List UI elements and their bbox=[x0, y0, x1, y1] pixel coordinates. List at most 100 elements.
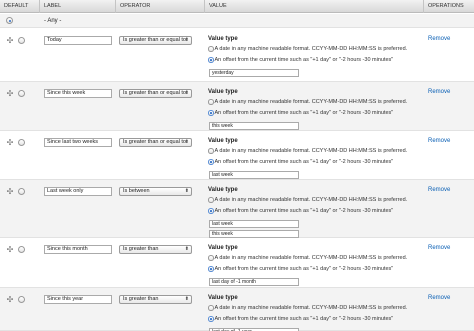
date-radio[interactable] bbox=[208, 255, 214, 261]
value-type-date-option[interactable]: A date in any machine readable format. C… bbox=[208, 99, 407, 105]
remove-link[interactable]: Remove bbox=[428, 138, 450, 144]
filter-row: ✣ Since this week Is greater than or equ… bbox=[0, 82, 474, 131]
drag-handle-icon[interactable]: ✣ bbox=[6, 188, 14, 196]
offset-option-label: An offset from the current time such as … bbox=[214, 159, 394, 165]
default-any-radio[interactable] bbox=[6, 17, 13, 24]
offset-option-label: An offset from the current time such as … bbox=[214, 57, 394, 63]
remove-link[interactable]: Remove bbox=[428, 36, 450, 42]
operator-select[interactable]: Is greater than ⬍ bbox=[119, 295, 192, 304]
operator-selected: Is greater than or equal to bbox=[123, 139, 186, 145]
value-type-date-option[interactable]: A date in any machine readable format. C… bbox=[208, 148, 407, 154]
date-radio[interactable] bbox=[208, 197, 214, 203]
value-input[interactable]: last week bbox=[209, 220, 299, 228]
value-type-title: Value type bbox=[208, 245, 238, 251]
operator-select[interactable]: Is greater than or equal to ⬍ bbox=[119, 36, 192, 45]
offset-radio[interactable] bbox=[208, 110, 214, 116]
value-type-offset-option[interactable]: An offset from the current time such as … bbox=[208, 316, 393, 322]
operator-select[interactable]: Is greater than or equal to ⬍ bbox=[119, 138, 192, 147]
offset-option-label: An offset from the current time such as … bbox=[214, 208, 394, 214]
label-input[interactable]: Since this month bbox=[44, 245, 112, 254]
value-type-title: Value type bbox=[208, 295, 238, 301]
value-type-date-option[interactable]: A date in any machine readable format. C… bbox=[208, 305, 407, 311]
date-option-label: A date in any machine readable format. C… bbox=[214, 197, 408, 203]
default-radio[interactable] bbox=[18, 296, 25, 303]
select-arrow-icon: ⬍ bbox=[184, 246, 189, 252]
offset-radio[interactable] bbox=[208, 159, 214, 165]
date-option-label: A date in any machine readable format. C… bbox=[214, 148, 408, 154]
select-arrow-icon: ⬍ bbox=[184, 188, 189, 194]
operator-select[interactable]: Is greater than or equal to ⬍ bbox=[119, 89, 192, 98]
remove-link[interactable]: Remove bbox=[428, 295, 450, 301]
header-operations: OPERATIONS bbox=[428, 3, 464, 9]
default-radio[interactable] bbox=[18, 188, 25, 195]
table-header: DEFAULT LABEL OPERATOR VALUE OPERATIONS bbox=[0, 0, 474, 13]
value-type-date-option[interactable]: A date in any machine readable format. C… bbox=[208, 255, 407, 261]
select-arrow-icon: ⬍ bbox=[184, 296, 189, 302]
value-type-offset-option[interactable]: An offset from the current time such as … bbox=[208, 208, 393, 214]
operator-selected: Is greater than or equal to bbox=[123, 37, 186, 43]
value-type-date-option[interactable]: A date in any machine readable format. C… bbox=[208, 46, 407, 52]
date-option-label: A date in any machine readable format. C… bbox=[214, 305, 408, 311]
label-input[interactable]: Last week only bbox=[44, 187, 112, 196]
label-input[interactable]: Since this year bbox=[44, 295, 112, 304]
value-type-title: Value type bbox=[208, 89, 238, 95]
select-arrow-icon: ⬍ bbox=[184, 139, 189, 145]
filter-row: ✣ Today Is greater than or equal to ⬍ Va… bbox=[0, 29, 474, 82]
offset-option-label: An offset from the current time such as … bbox=[214, 266, 394, 272]
default-radio[interactable] bbox=[18, 139, 25, 146]
date-radio[interactable] bbox=[208, 46, 214, 52]
operator-select[interactable]: Is greater than ⬍ bbox=[119, 245, 192, 254]
value-type-offset-option[interactable]: An offset from the current time such as … bbox=[208, 110, 393, 116]
offset-radio[interactable] bbox=[208, 316, 214, 322]
any-label: - Any - bbox=[44, 18, 62, 24]
value-type-title: Value type bbox=[208, 138, 238, 144]
header-label: LABEL bbox=[40, 0, 116, 13]
operator-select[interactable]: Is between ⬍ bbox=[119, 187, 192, 196]
offset-radio[interactable] bbox=[208, 57, 214, 63]
remove-link[interactable]: Remove bbox=[428, 245, 450, 251]
operator-selected: Is between bbox=[123, 188, 150, 194]
default-radio[interactable] bbox=[18, 90, 25, 97]
offset-radio[interactable] bbox=[208, 266, 214, 272]
operator-selected: Is greater than or equal to bbox=[123, 90, 186, 96]
label-input[interactable]: Since last two weeks bbox=[44, 138, 112, 147]
drag-handle-icon[interactable]: ✣ bbox=[6, 246, 14, 254]
value-type-offset-option[interactable]: An offset from the current time such as … bbox=[208, 57, 393, 63]
drag-handle-icon[interactable]: ✣ bbox=[6, 90, 14, 98]
label-input[interactable]: Since this week bbox=[44, 89, 112, 98]
header-default: DEFAULT bbox=[0, 0, 40, 13]
value-input[interactable]: last day of -1 month bbox=[209, 278, 299, 286]
date-option-label: A date in any machine readable format. C… bbox=[214, 255, 408, 261]
remove-link[interactable]: Remove bbox=[428, 187, 450, 193]
filter-row: ✣ Since last two weeks Is greater than o… bbox=[0, 131, 474, 180]
drag-handle-icon[interactable]: ✣ bbox=[6, 37, 14, 45]
any-row: - Any - bbox=[0, 14, 474, 28]
value-input[interactable]: yesterday bbox=[209, 69, 299, 77]
drag-handle-icon[interactable]: ✣ bbox=[6, 296, 14, 304]
drag-handle-icon[interactable]: ✣ bbox=[6, 139, 14, 147]
value-input[interactable]: last week bbox=[209, 171, 299, 179]
offset-radio[interactable] bbox=[208, 208, 214, 214]
default-radio[interactable] bbox=[18, 246, 25, 253]
value-input[interactable]: this week bbox=[209, 122, 299, 130]
operator-selected: Is greater than bbox=[123, 246, 159, 252]
value-input[interactable]: this week bbox=[209, 230, 299, 238]
value-type-title: Value type bbox=[208, 36, 238, 42]
date-radio[interactable] bbox=[208, 99, 214, 105]
filter-row: ✣ Since this year Is greater than ⬍ Valu… bbox=[0, 288, 474, 331]
default-radio[interactable] bbox=[18, 37, 25, 44]
select-arrow-icon: ⬍ bbox=[184, 37, 189, 43]
value-type-title: Value type bbox=[208, 187, 238, 193]
date-radio[interactable] bbox=[208, 305, 214, 311]
date-option-label: A date in any machine readable format. C… bbox=[214, 46, 408, 52]
date-radio[interactable] bbox=[208, 148, 214, 154]
remove-link[interactable]: Remove bbox=[428, 89, 450, 95]
offset-option-label: An offset from the current time such as … bbox=[214, 110, 394, 116]
value-type-offset-option[interactable]: An offset from the current time such as … bbox=[208, 266, 393, 272]
value-type-offset-option[interactable]: An offset from the current time such as … bbox=[208, 159, 393, 165]
label-input[interactable]: Today bbox=[44, 36, 112, 45]
value-type-date-option[interactable]: A date in any machine readable format. C… bbox=[208, 197, 407, 203]
select-arrow-icon: ⬍ bbox=[184, 90, 189, 96]
filter-row: ✣ Since this month Is greater than ⬍ Val… bbox=[0, 238, 474, 288]
header-operator: OPERATOR bbox=[116, 0, 205, 13]
